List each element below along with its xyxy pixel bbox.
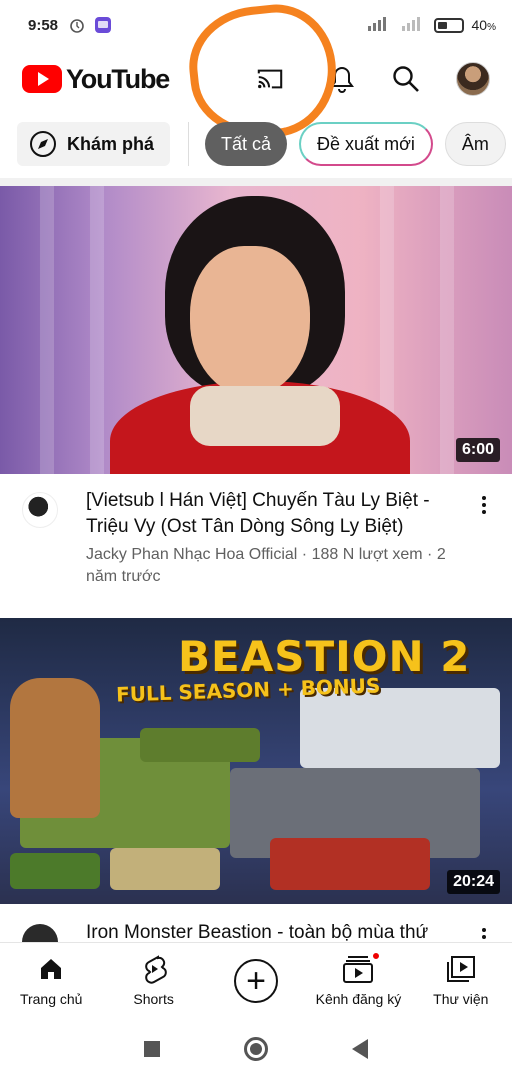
cast-icon[interactable]: [256, 65, 284, 93]
nav-shorts-label: Shorts: [133, 991, 174, 1007]
nav-subscriptions[interactable]: Kênh đăng ký: [307, 943, 409, 1018]
video-duration: 20:24: [447, 870, 500, 894]
search-icon[interactable]: [392, 65, 420, 93]
video-thumbnail[interactable]: BEASTION 2 FULL SEASON + BONUS 20:24: [0, 618, 512, 904]
home-icon: [37, 953, 65, 985]
section-divider: [0, 178, 512, 186]
chip-new-recommendations[interactable]: Đề xuất mới: [299, 122, 433, 166]
logo-text: YouTube: [66, 63, 170, 94]
channel-avatar[interactable]: [22, 492, 58, 528]
video-metadata: Jacky Phan Nhạc Hoa Official · 188 N lượ…: [86, 546, 446, 585]
thumbnail-title: BEASTION 2: [178, 632, 471, 681]
battery-icon: [433, 17, 464, 33]
back-button[interactable]: [352, 1039, 368, 1059]
status-time: 9:58: [28, 16, 59, 34]
library-icon: [446, 953, 476, 985]
shorts-icon: [141, 953, 167, 985]
chip-music[interactable]: Âm: [444, 122, 506, 166]
video-info[interactable]: [Vietsub l Hán Việt] Chuyến Tàu Ly Biệt …: [0, 488, 512, 588]
explore-chip[interactable]: Khám phá: [17, 122, 171, 166]
chip-divider: [188, 122, 190, 166]
signal-icon: [367, 15, 394, 35]
status-bar: 9:58 40%: [0, 0, 512, 50]
app-header: YouTube: [0, 50, 512, 108]
subscriptions-icon: [343, 951, 382, 985]
youtube-logo[interactable]: YouTube: [22, 63, 170, 95]
bottom-navigation: Trang chủ Shorts + Kênh đăng ký Thư viện: [0, 942, 512, 1018]
video-duration: 6:00: [455, 438, 500, 462]
recents-button[interactable]: [144, 1041, 160, 1057]
app-notification-icon: [94, 16, 112, 34]
video-thumbnail[interactable]: 6:00: [0, 186, 512, 474]
nav-home[interactable]: Trang chủ: [0, 943, 102, 1018]
video-title[interactable]: [Vietsub l Hán Việt] Chuyến Tàu Ly Biệt …: [86, 488, 474, 540]
battery-percent: 40%: [471, 17, 496, 33]
alarm-icon: [68, 16, 86, 34]
nav-library-label: Thư viện: [433, 991, 489, 1007]
nav-library[interactable]: Thư viện: [410, 943, 512, 1018]
signal-2-icon: [401, 15, 426, 35]
nav-create[interactable]: +: [205, 943, 307, 1018]
nav-shorts[interactable]: Shorts: [102, 943, 204, 1018]
more-options-icon[interactable]: [474, 488, 494, 588]
nav-home-label: Trang chủ: [19, 991, 83, 1007]
nav-subscriptions-label: Kênh đăng ký: [315, 991, 402, 1007]
create-plus-icon: +: [234, 959, 279, 1003]
bell-icon[interactable]: [328, 65, 356, 93]
home-button[interactable]: [244, 1037, 268, 1061]
filter-chip-bar: Khám phá Tất cả Đề xuất mới Âm: [0, 120, 512, 168]
system-navigation-bar: [0, 1018, 512, 1080]
chip-all[interactable]: Tất cả: [205, 122, 288, 166]
explore-label: Khám phá: [67, 133, 155, 154]
youtube-play-icon: [22, 65, 62, 93]
compass-icon: [29, 130, 57, 158]
notification-dot: [371, 951, 382, 961]
account-avatar[interactable]: [456, 62, 490, 96]
